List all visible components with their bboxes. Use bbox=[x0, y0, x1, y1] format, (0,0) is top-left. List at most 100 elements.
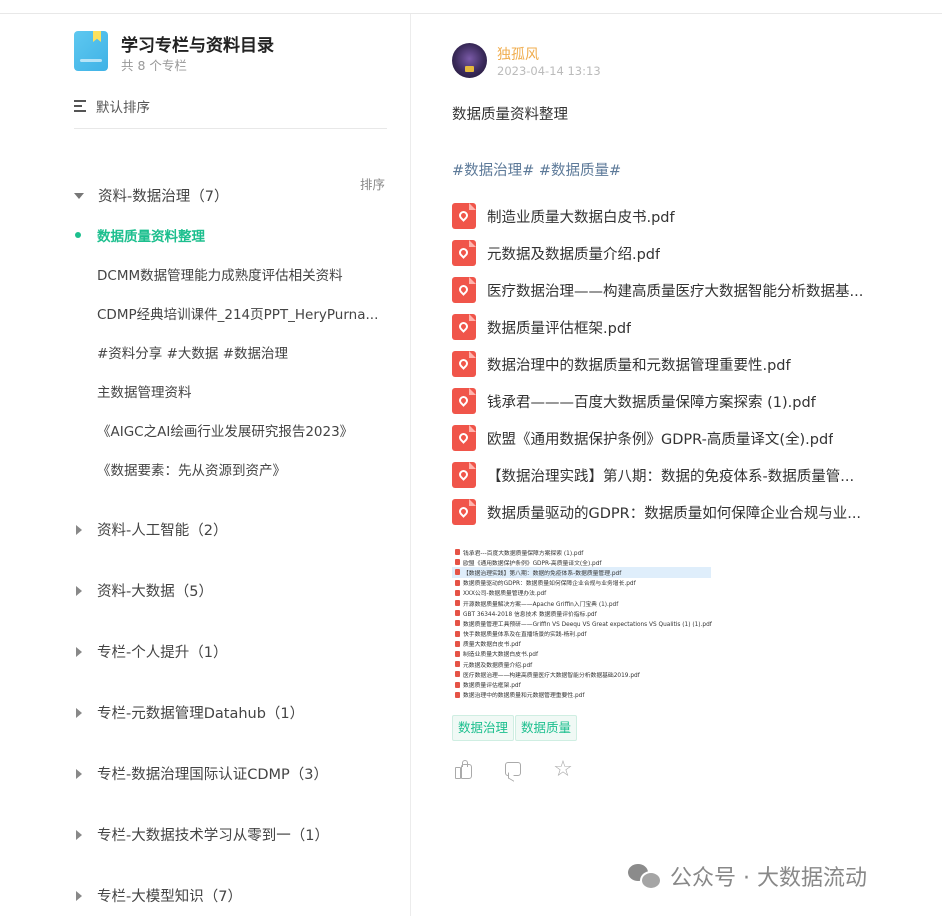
pdf-icon bbox=[452, 277, 476, 303]
article-item[interactable]: 主数据管理资料 bbox=[97, 381, 192, 401]
group-label: 资料-数据治理（7） bbox=[98, 189, 229, 205]
screenshot-row: 质量大数据白皮书.pdf bbox=[452, 639, 720, 649]
caret-right-icon bbox=[76, 829, 82, 840]
pdf-icon bbox=[452, 425, 476, 451]
caret-right-icon bbox=[76, 585, 82, 596]
article-item[interactable]: CDMP经典培训课件_214页PPT_HeryPurna... bbox=[97, 303, 378, 323]
divider bbox=[74, 128, 387, 129]
post-date: 2023-04-14 13:13 bbox=[497, 64, 601, 78]
file-name: 元数据及数据质量介绍.pdf bbox=[487, 246, 661, 263]
group-label: 资料-人工智能（2） bbox=[97, 523, 228, 539]
pdf-icon bbox=[455, 569, 460, 576]
article-item-active[interactable]: 数据质量资料整理 bbox=[97, 225, 205, 245]
screenshot-row-selected: 【数据治理实践】第八期：数据的免疫体系-数据质量管理.pdf bbox=[452, 567, 711, 578]
pdf-icon bbox=[455, 640, 460, 647]
topic-tag[interactable]: 数据治理 bbox=[452, 715, 515, 741]
pdf-attachment[interactable]: 【数据治理实践】第八期：数据的免疫体系-数据质量管... bbox=[452, 462, 854, 488]
pdf-attachment[interactable]: 数据治理中的数据质量和元数据管理重要性.pdf bbox=[452, 351, 791, 377]
group-label: 专栏-大数据技术学习从零到一（1） bbox=[97, 828, 329, 844]
group-label: 专栏-数据治理国际认证CDMP（3） bbox=[97, 767, 329, 783]
pdf-attachment[interactable]: 钱承君———百度大数据质量保障方案探索 (1).pdf bbox=[452, 388, 816, 414]
pdf-icon bbox=[455, 681, 460, 688]
sort-icon bbox=[74, 100, 88, 112]
catalog-count: 共 8 个专栏 bbox=[121, 58, 187, 73]
file-name: 制造业质量大数据白皮书.pdf bbox=[487, 209, 675, 226]
pdf-icon bbox=[452, 388, 476, 414]
caret-down-icon bbox=[74, 192, 84, 199]
screenshot-row: 钱承君---百度大数据质量保障方案探索 (1).pdf bbox=[452, 547, 720, 557]
group-item[interactable]: 资料-大数据（5） bbox=[74, 580, 213, 601]
group-item[interactable]: 专栏-大数据技术学习从零到一（1） bbox=[74, 824, 329, 845]
group-data-governance[interactable]: 资料-数据治理（7） bbox=[74, 185, 228, 206]
catalog-title: 学习专栏与资料目录 bbox=[121, 36, 274, 56]
screenshot-row: 医疗数据治理——构建高质量医疗大数据智能分析数据基础2019.pdf bbox=[452, 669, 720, 679]
pdf-attachment[interactable]: 数据质量评估框架.pdf bbox=[452, 314, 631, 340]
default-sort-button[interactable]: 默认排序 bbox=[74, 96, 150, 116]
group-sort-link[interactable]: 排序 bbox=[360, 174, 385, 193]
watermark-text: 公众号 · 大数据流动 bbox=[670, 866, 867, 891]
file-name: 医疗数据治理——构建高质量医疗大数据智能分析数据基... bbox=[487, 283, 864, 300]
pdf-icon bbox=[455, 559, 460, 566]
file-list-screenshot[interactable]: 钱承君---百度大数据质量保障方案探索 (1).pdf 欧盟《通用数据保护条例》… bbox=[452, 547, 720, 699]
like-icon[interactable] bbox=[452, 759, 474, 781]
article-item[interactable]: 《AIGC之AI绘画行业发展研究报告2023》 bbox=[97, 420, 353, 440]
watermark: 公众号 · 大数据流动 bbox=[628, 860, 867, 892]
pdf-icon bbox=[452, 314, 476, 340]
sort-label: 默认排序 bbox=[96, 100, 150, 116]
article-item[interactable]: DCMM数据管理能力成熟度评估相关资料 bbox=[97, 264, 343, 284]
caret-right-icon bbox=[76, 524, 82, 535]
caret-right-icon bbox=[76, 768, 82, 779]
author-avatar[interactable] bbox=[452, 43, 487, 78]
article-item[interactable]: #资料分享 #大数据 #数据治理 bbox=[97, 342, 288, 362]
post-title: 数据质量资料整理 bbox=[452, 107, 568, 123]
pdf-icon bbox=[452, 240, 476, 266]
pdf-icon bbox=[452, 351, 476, 377]
comment-icon[interactable] bbox=[502, 759, 524, 782]
group-item[interactable]: 专栏-元数据管理Datahub（1） bbox=[74, 702, 304, 723]
screenshot-row: 欧盟《通用数据保护条例》GDPR-高质量译文(全).pdf bbox=[452, 557, 720, 567]
group-item[interactable]: 专栏-数据治理国际认证CDMP（3） bbox=[74, 763, 328, 784]
file-name: 钱承君———百度大数据质量保障方案探索 (1).pdf bbox=[487, 394, 816, 411]
group-label: 专栏-个人提升（1） bbox=[97, 645, 228, 661]
group-label: 资料-大数据（5） bbox=[97, 584, 213, 600]
screenshot-row: 快手数据质量体系及在直播场景的实践-杨利.pdf bbox=[452, 629, 720, 639]
article-item[interactable]: 《数据要素：先从资源到资产》 bbox=[97, 459, 286, 479]
pdf-icon bbox=[455, 600, 460, 607]
pdf-icon bbox=[455, 671, 460, 678]
screenshot-row: 制造业质量大数据白皮书.pdf bbox=[452, 649, 720, 659]
pdf-attachment[interactable]: 医疗数据治理——构建高质量医疗大数据智能分析数据基... bbox=[452, 277, 863, 303]
panel-divider bbox=[410, 14, 411, 916]
author-name[interactable]: 独孤风 bbox=[497, 44, 539, 64]
post-hashtags[interactable]: #数据治理# #数据质量# bbox=[452, 159, 621, 180]
group-item[interactable]: 资料-人工智能（2） bbox=[74, 519, 227, 540]
file-name: 数据质量评估框架.pdf bbox=[487, 320, 632, 337]
pdf-icon bbox=[455, 691, 460, 698]
file-name: 【数据治理实践】第八期：数据的免疫体系-数据质量管... bbox=[487, 468, 855, 485]
pdf-icon bbox=[452, 462, 476, 488]
group-item[interactable]: 专栏-个人提升（1） bbox=[74, 641, 227, 662]
topic-tag[interactable]: 数据质量 bbox=[515, 715, 578, 741]
pdf-icon bbox=[455, 549, 460, 556]
pdf-icon bbox=[452, 499, 476, 525]
group-label: 专栏-大模型知识（7） bbox=[97, 889, 242, 905]
star-icon[interactable]: ☆ bbox=[552, 759, 574, 781]
wechat-icon bbox=[628, 862, 662, 890]
pdf-icon bbox=[455, 650, 460, 657]
pdf-attachment[interactable]: 数据质量驱动的GDPR：数据质量如何保障企业合规与业... bbox=[452, 499, 861, 525]
screenshot-row: GBT 36344-2018 信息技术 数据质量评价指标.pdf bbox=[452, 608, 720, 618]
pdf-attachment[interactable]: 制造业质量大数据白皮书.pdf bbox=[452, 203, 675, 229]
catalog-book-icon bbox=[74, 31, 108, 71]
caret-right-icon bbox=[76, 707, 82, 718]
screenshot-row: XXX公司-数据质量管理办法.pdf bbox=[452, 588, 720, 598]
pdf-icon bbox=[455, 579, 460, 586]
pdf-attachment[interactable]: 元数据及数据质量介绍.pdf bbox=[452, 240, 660, 266]
screenshot-row: 元数据及数据质量介绍.pdf bbox=[452, 659, 720, 669]
pdf-icon bbox=[455, 630, 460, 637]
pdf-icon bbox=[455, 610, 460, 617]
screenshot-row: 开源数据质量解决方案——Apache Griffin入门宝典 (1).pdf bbox=[452, 598, 720, 608]
screenshot-row: 数据质量评估框架.pdf bbox=[452, 679, 720, 689]
file-name: 数据治理中的数据质量和元数据管理重要性.pdf bbox=[487, 357, 791, 374]
pdf-attachment[interactable]: 欧盟《通用数据保护条例》GDPR-高质量译文(全).pdf bbox=[452, 425, 833, 451]
group-item[interactable]: 专栏-大模型知识（7） bbox=[74, 885, 242, 906]
screenshot-row: 数据治理中的数据质量和元数据管理重要性.pdf bbox=[452, 690, 720, 700]
